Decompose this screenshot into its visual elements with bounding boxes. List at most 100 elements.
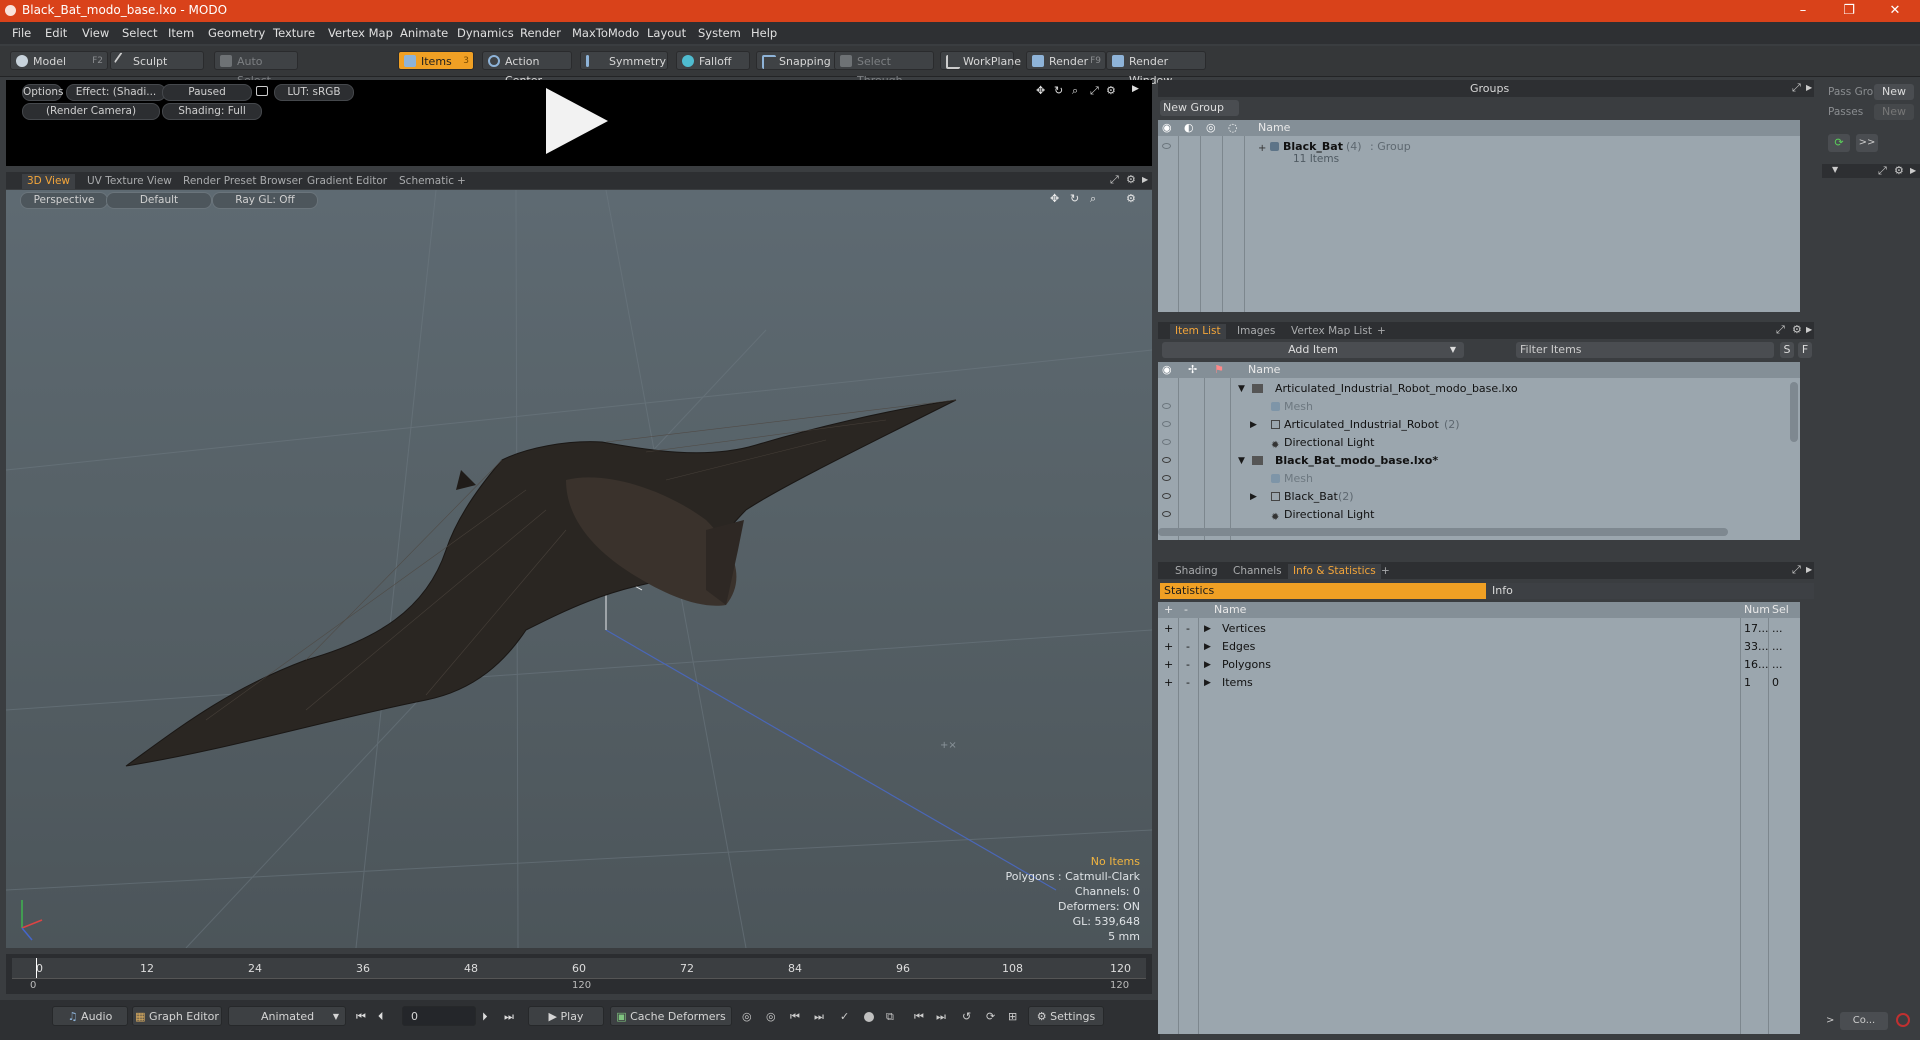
preview-paused-button[interactable]: Paused bbox=[162, 84, 252, 101]
preview-expand-icon[interactable]: ▶ bbox=[1132, 84, 1139, 94]
group-row-black-bat[interactable]: + Black_Bat (4) : Group bbox=[1158, 138, 1800, 156]
add-item-dropdown[interactable]: Add Item ▼ bbox=[1162, 342, 1464, 358]
add-item-tab-button[interactable]: + bbox=[1372, 324, 1391, 339]
workplane-button[interactable]: WorkPlane bbox=[940, 51, 1021, 70]
graph-editor-button[interactable]: ▦ Graph Editor bbox=[132, 1006, 222, 1026]
animated-dropdown[interactable]: Animated ▼ bbox=[228, 1006, 346, 1026]
collapsed-triangle-icon[interactable]: ▶ bbox=[1204, 674, 1211, 692]
auto-select-button[interactable]: Auto Select bbox=[214, 51, 298, 87]
co-button[interactable]: Co... bbox=[1840, 1012, 1888, 1030]
go-to-end-icon[interactable]: ⏭ bbox=[504, 1010, 514, 1024]
tab-uv-texture-view[interactable]: UV Texture View bbox=[82, 174, 177, 189]
tab-images[interactable]: Images bbox=[1232, 324, 1280, 339]
tab-channels[interactable]: Channels bbox=[1228, 564, 1287, 579]
visibility-icon[interactable] bbox=[1162, 421, 1171, 427]
item-list-hscroll[interactable] bbox=[1158, 528, 1728, 536]
preview-effect-dropdown[interactable]: Effect: (Shadi... bbox=[66, 84, 166, 101]
statistics-table[interactable]: + - Name Num Sel + - ▶ Vertices 17... ..… bbox=[1158, 602, 1800, 1034]
row-minus-button[interactable]: - bbox=[1186, 620, 1190, 638]
row-minus-button[interactable]: - bbox=[1186, 674, 1190, 692]
loop-icon[interactable]: ↺ bbox=[962, 1010, 971, 1023]
first-frame-icon[interactable]: ⏮ bbox=[914, 1010, 924, 1024]
stat-row-edges[interactable]: + - ▶ Edges 33... ... bbox=[1158, 638, 1798, 656]
itemlist-maximize-icon[interactable]: ⤢ bbox=[1776, 323, 1785, 337]
pass-maximize-icon[interactable]: ⤢ bbox=[1878, 164, 1887, 178]
key-filter-icon[interactable]: ⧉ bbox=[886, 1010, 894, 1024]
chevron-down-icon[interactable]: ▼ bbox=[1832, 165, 1838, 174]
minimize-button[interactable]: – bbox=[1780, 0, 1826, 22]
playhead[interactable] bbox=[36, 958, 37, 978]
tab-3d-view[interactable]: 3D View bbox=[22, 174, 76, 189]
groups-expand-icon[interactable]: ▶ bbox=[1806, 83, 1812, 92]
collapsed-triangle-icon[interactable]: ▶ bbox=[1250, 416, 1257, 434]
preview-lut-dropdown[interactable]: LUT: sRGB bbox=[274, 84, 354, 101]
list-item-robot-light[interactable]: ✹ Directional Light bbox=[1158, 434, 1788, 452]
list-item-bat-mesh[interactable]: Mesh bbox=[1158, 470, 1788, 488]
view-maximize-icon[interactable]: ⤢ bbox=[1110, 173, 1119, 187]
expanded-triangle-icon[interactable]: ▼ bbox=[1238, 452, 1245, 470]
collapse-all-button[interactable]: - bbox=[1184, 602, 1188, 618]
visibility-icon[interactable] bbox=[1162, 457, 1171, 463]
expanded-triangle-icon[interactable]: ▼ bbox=[1238, 380, 1245, 398]
preview-options-button[interactable]: Options bbox=[22, 84, 64, 101]
tab-vertex-map-list[interactable]: Vertex Map List bbox=[1286, 324, 1377, 339]
tab-schematic[interactable]: Schematic bbox=[394, 174, 459, 189]
groups-maximize-icon[interactable]: ⤢ bbox=[1792, 81, 1801, 95]
info-maximize-icon[interactable]: ⤢ bbox=[1792, 563, 1801, 577]
next-key-icon[interactable]: ⏭ bbox=[814, 1010, 824, 1024]
menu-render[interactable]: Render bbox=[520, 26, 561, 40]
statistics-subtab[interactable]: Statistics bbox=[1160, 583, 1486, 599]
row-plus-button[interactable]: + bbox=[1164, 674, 1173, 692]
add-info-tab-button[interactable]: + bbox=[1376, 564, 1395, 579]
select-through-button[interactable]: Select Through bbox=[834, 51, 934, 87]
render-window-button[interactable]: Render Window bbox=[1106, 51, 1206, 87]
list-item-robot-scene[interactable]: ▼ Articulated_Industrial_Robot_modo_base… bbox=[1158, 380, 1788, 398]
render-button[interactable]: Render F9 bbox=[1026, 51, 1106, 70]
last-frame-icon[interactable]: ⏭ bbox=[936, 1010, 946, 1024]
itemlist-expand-icon[interactable]: ▶ bbox=[1806, 325, 1812, 334]
collapse-arrow-icon[interactable]: > bbox=[1826, 1015, 1834, 1026]
add-tab-button[interactable]: + bbox=[452, 174, 471, 189]
prev-key-icon[interactable]: ⏮ bbox=[790, 1010, 800, 1024]
row-minus-button[interactable]: - bbox=[1186, 638, 1190, 656]
menu-item[interactable]: Item bbox=[168, 26, 194, 40]
menu-view[interactable]: View bbox=[82, 26, 109, 40]
pass-gear-icon[interactable]: ⚙ bbox=[1894, 164, 1904, 177]
pass-expand-icon[interactable]: ▶ bbox=[1910, 166, 1916, 175]
preview-move-icon[interactable]: ✥ bbox=[1036, 84, 1045, 97]
snap-key-icon[interactable]: ⊞ bbox=[1008, 1010, 1017, 1023]
stop-icon[interactable] bbox=[1896, 1013, 1910, 1027]
group-expand-icon[interactable]: + bbox=[1258, 140, 1266, 158]
new-group-button[interactable]: New Group bbox=[1160, 100, 1239, 116]
play-button[interactable]: ▶ Play bbox=[528, 1006, 604, 1026]
view-expand-icon[interactable]: ▶ bbox=[1142, 175, 1148, 184]
tab-info-statistics[interactable]: Info & Statistics bbox=[1288, 564, 1381, 579]
3d-viewport[interactable]: Perspective Default Ray GL: Off ✥ ↻ ⌕ ⚙ bbox=[6, 190, 1152, 948]
list-item-bat-light[interactable]: ✹ Directional Light bbox=[1158, 506, 1788, 524]
row-minus-button[interactable]: - bbox=[1186, 656, 1190, 674]
auto-key-icon[interactable]: ✓ bbox=[840, 1010, 849, 1023]
settings-button[interactable]: ⚙ Settings bbox=[1028, 1006, 1104, 1026]
filter-items-input[interactable]: Filter Items bbox=[1516, 342, 1774, 358]
passes-new-button[interactable]: New bbox=[1874, 104, 1914, 120]
groups-list[interactable]: ◉ ◐ ◎ ◌ Name + Black_Bat (4) : Group 11 … bbox=[1158, 120, 1800, 312]
row-plus-button[interactable]: + bbox=[1164, 638, 1173, 656]
visibility-icon[interactable] bbox=[1162, 511, 1171, 517]
item-list[interactable]: ◉ ✢ ⚑ Name ▼ Articulated_Industrial_Robo… bbox=[1158, 362, 1800, 540]
item-list-vscroll[interactable] bbox=[1790, 382, 1798, 442]
collapsed-triangle-icon[interactable]: ▶ bbox=[1204, 638, 1211, 656]
action-center-button[interactable]: Action Center bbox=[482, 51, 572, 87]
view-gear-icon[interactable]: ⚙ bbox=[1126, 173, 1136, 186]
stat-row-items[interactable]: + - ▶ Items 1 0 bbox=[1158, 674, 1798, 692]
menu-layout[interactable]: Layout bbox=[647, 26, 686, 40]
menu-vertex-map[interactable]: Vertex Map bbox=[328, 26, 393, 40]
play-icon[interactable] bbox=[546, 88, 608, 154]
sync-icon[interactable]: ⟳ bbox=[986, 1010, 995, 1023]
timeline[interactable]: 0 12 24 36 48 60 72 84 96 108 120 0 120 … bbox=[6, 954, 1152, 994]
preview-rotate-icon[interactable]: ↻ bbox=[1054, 84, 1063, 97]
tab-item-list[interactable]: Item List bbox=[1170, 324, 1226, 339]
filter-f-button[interactable]: F bbox=[1798, 342, 1812, 358]
close-button[interactable]: ✕ bbox=[1872, 0, 1918, 22]
visibility-icon[interactable] bbox=[1162, 475, 1171, 481]
sculpt-mode-button[interactable]: Sculpt bbox=[110, 51, 204, 70]
